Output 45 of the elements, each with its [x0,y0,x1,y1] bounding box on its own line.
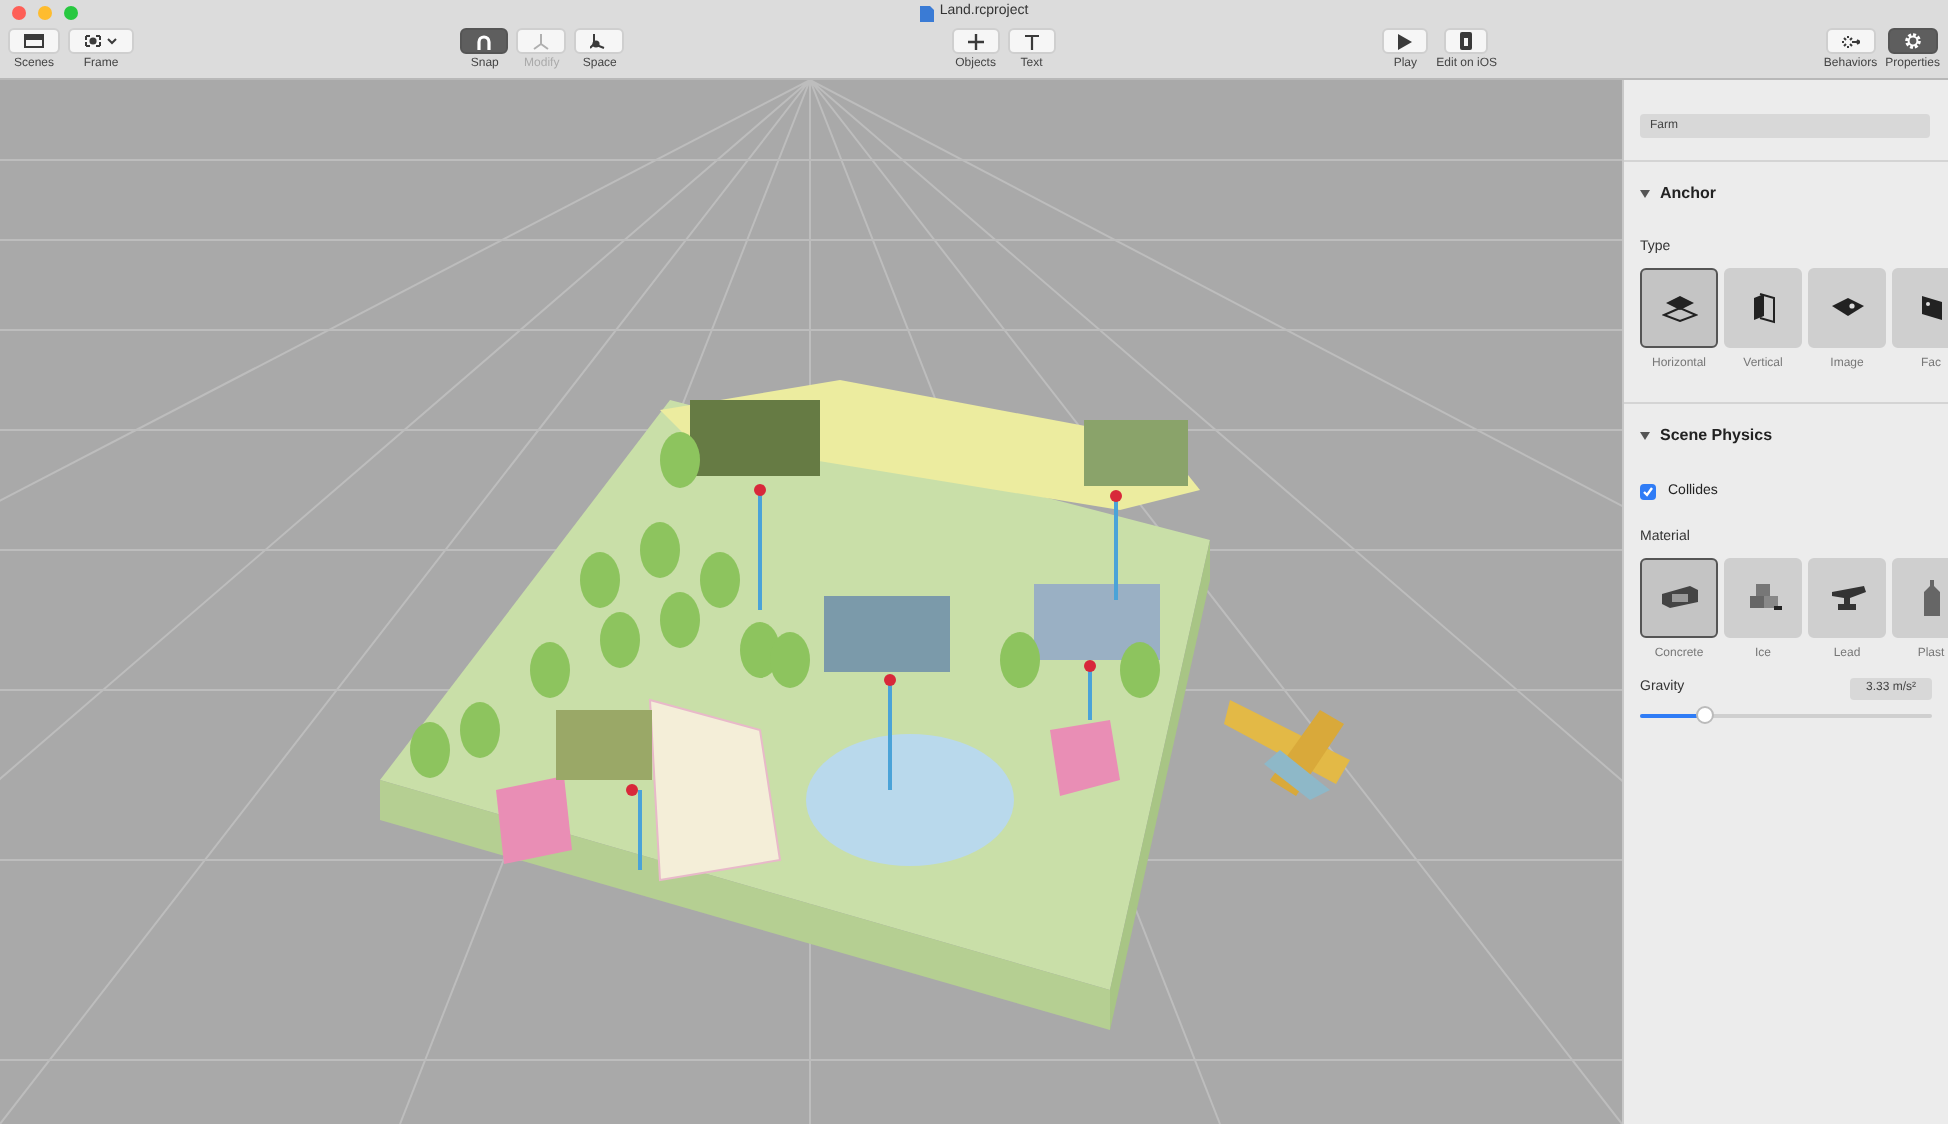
slider-thumb[interactable] [1696,705,1715,723]
disclosure-triangle-icon[interactable] [1640,431,1650,439]
axes-icon [590,33,609,49]
wall-icon [1751,291,1775,323]
frame-button[interactable] [68,28,134,54]
plus-icon [967,33,984,49]
axes-icon [532,33,551,49]
cubes-icon [1745,581,1781,613]
scenes-button[interactable] [8,28,60,54]
lead-tile[interactable] [1808,557,1886,637]
block-icon [1659,584,1699,610]
anvil-icon [1827,583,1867,611]
properties-button[interactable] [1887,28,1938,54]
face-tile[interactable] [1892,267,1948,347]
concrete-tile[interactable] [1640,557,1718,637]
snap-button[interactable] [460,28,509,54]
sparkle-icon [1841,33,1860,49]
play-button[interactable] [1382,28,1429,54]
magnet-icon [476,33,493,49]
frame-icon [84,34,118,48]
ios-button[interactable] [1444,28,1489,54]
phone-icon [1460,32,1473,50]
farm-model-drawing[interactable] [380,380,1210,1030]
behaviors-button[interactable] [1825,28,1876,54]
vertical-tile[interactable] [1724,267,1802,347]
section-title: Scene Physics [1660,423,1773,447]
space-button[interactable] [574,28,625,54]
sidebar-icon [24,34,44,48]
face-icon [1921,293,1941,321]
gear-icon [1903,32,1922,50]
image-icon [1829,296,1865,318]
document-icon [919,5,934,21]
horizontal-tile[interactable] [1640,267,1718,347]
play-icon [1398,33,1413,49]
plane-icon [1661,293,1697,321]
plastic-tile[interactable] [1892,557,1948,637]
bottle-icon [1923,579,1939,615]
disclosure-triangle-icon[interactable] [1640,190,1650,198]
text-icon [1023,33,1040,49]
objects-button[interactable] [951,28,1000,54]
section-title: Anchor [1660,182,1716,206]
text-button[interactable] [1007,28,1056,54]
ice-tile[interactable] [1724,557,1802,637]
image-tile[interactable] [1808,267,1886,347]
checkbox[interactable] [1640,483,1656,500]
